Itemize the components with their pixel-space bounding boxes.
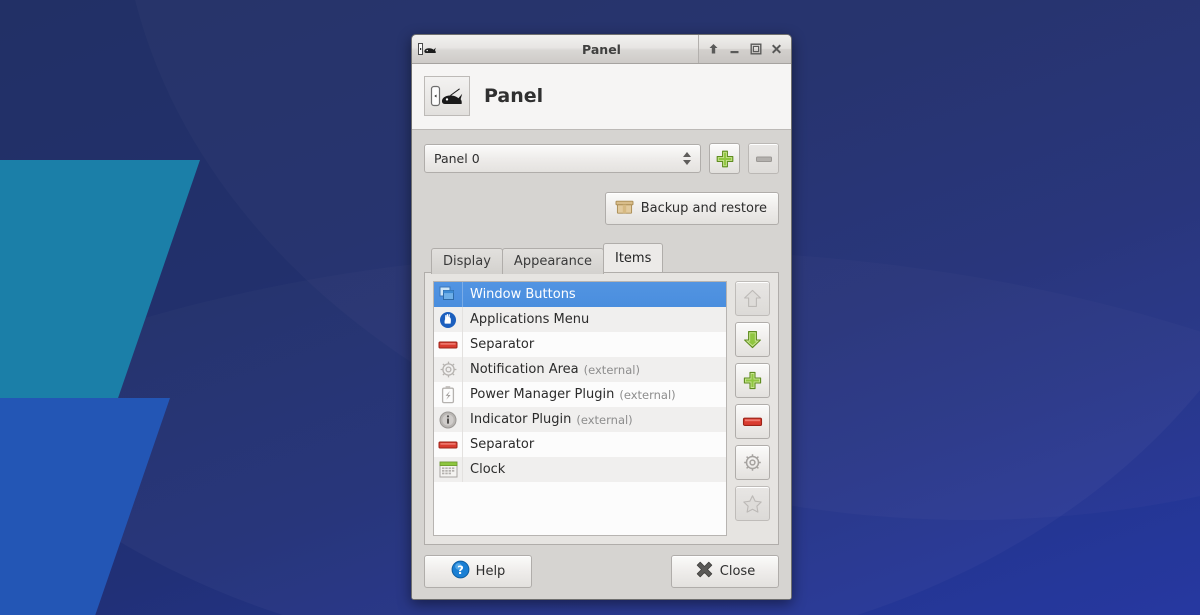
panel-items-list[interactable]: Window Buttons Applications Menu Separat… [433, 281, 727, 536]
add-panel-button[interactable] [709, 143, 740, 174]
move-up-button[interactable] [735, 281, 770, 316]
help-icon: ? [451, 560, 470, 583]
remove-item-button[interactable] [735, 404, 770, 439]
list-item-label-wrap: Window Buttons [462, 282, 726, 307]
list-item[interactable]: Window Buttons [434, 282, 726, 307]
close-button[interactable] [766, 36, 787, 62]
panel-selector-value: Panel 0 [434, 151, 480, 166]
panel-selector-combo[interactable]: Panel 0 [424, 144, 701, 173]
list-item-label: Applications Menu [470, 312, 590, 327]
list-item-suffix: (external) [583, 362, 640, 377]
panel-selector-row: Panel 0 [424, 143, 779, 174]
spinner-arrows-icon[interactable] [683, 152, 691, 165]
close-button-label: Close [719, 564, 756, 579]
list-item-label: Clock [470, 462, 506, 477]
item-toolbar [735, 281, 770, 536]
indicator-icon [434, 407, 462, 432]
list-item[interactable]: Separator [434, 432, 726, 457]
list-item-label: Separator [470, 437, 535, 452]
list-item-label: Notification Area [470, 362, 579, 377]
window-buttons-icon [434, 282, 462, 307]
list-item-label-wrap: Applications Menu [462, 307, 726, 332]
settings-notebook: Display Appearance Items Window Buttons … [424, 243, 779, 545]
page-title: Panel [484, 85, 544, 107]
svg-text:?: ? [457, 563, 464, 577]
notification-area-icon [434, 357, 462, 382]
items-tab-page: Window Buttons Applications Menu Separat… [424, 272, 779, 545]
tab-display[interactable]: Display [431, 248, 503, 274]
tab-items[interactable]: Items [602, 243, 664, 272]
list-item-label-wrap: Notification Area (external) [462, 357, 726, 382]
list-item-suffix: (external) [576, 412, 633, 427]
applications-menu-icon [434, 307, 462, 332]
move-down-button[interactable] [735, 322, 770, 357]
list-item[interactable]: Indicator Plugin (external) [434, 407, 726, 432]
dialog-header: Panel [412, 64, 791, 130]
close-dialog-button[interactable]: Close [671, 555, 779, 588]
separator-icon [434, 332, 462, 357]
shade-button[interactable] [703, 36, 724, 62]
list-item[interactable]: Separator [434, 332, 726, 357]
minimize-button[interactable] [724, 36, 745, 62]
maximize-button[interactable] [745, 36, 766, 62]
list-item-label: Indicator Plugin [470, 412, 572, 427]
backup-row: Backup and restore [424, 192, 779, 225]
panel-mouse-icon [424, 76, 470, 116]
help-button[interactable]: ? Help [424, 555, 532, 588]
add-item-button[interactable] [735, 363, 770, 398]
list-item[interactable]: Applications Menu [434, 307, 726, 332]
tab-appearance[interactable]: Appearance [501, 248, 604, 274]
clock-icon [434, 457, 462, 482]
backup-and-restore-button[interactable]: Backup and restore [604, 192, 779, 225]
list-item-label: Window Buttons [470, 287, 576, 302]
window-titlebar[interactable]: Panel [412, 35, 791, 64]
help-button-label: Help [475, 564, 506, 579]
list-item-label: Power Manager Plugin [470, 387, 615, 402]
window-controls [698, 35, 791, 63]
backup-button-label: Backup and restore [640, 201, 767, 216]
remove-panel-button[interactable] [748, 143, 779, 174]
list-item[interactable]: Notification Area (external) [434, 357, 726, 382]
dialog-body: Panel 0 Backup and restore Display Appea… [412, 130, 791, 545]
list-item-label: Separator [470, 337, 535, 352]
panel-mouse-icon [416, 40, 442, 58]
list-item-suffix: (external) [619, 387, 676, 402]
tab-strip: Display Appearance Items [424, 243, 779, 274]
about-item-button[interactable] [735, 486, 770, 521]
list-item[interactable]: Power Manager Plugin (external) [434, 382, 726, 407]
list-item-label-wrap: Separator [462, 332, 726, 357]
panel-settings-window: Panel Panel Panel 0 Backup and restore D… [411, 34, 792, 600]
close-x-icon [695, 560, 714, 583]
item-properties-button[interactable] [735, 445, 770, 480]
list-item-label-wrap: Separator [462, 432, 726, 457]
list-item[interactable]: Clock [434, 457, 726, 482]
package-icon [615, 198, 634, 219]
list-item-label-wrap: Clock [462, 457, 726, 482]
list-item-label-wrap: Power Manager Plugin (external) [462, 382, 726, 407]
list-item-label-wrap: Indicator Plugin (external) [462, 407, 726, 432]
separator-icon [434, 432, 462, 457]
dialog-footer: ? Help Close [412, 545, 791, 599]
power-manager-icon [434, 382, 462, 407]
